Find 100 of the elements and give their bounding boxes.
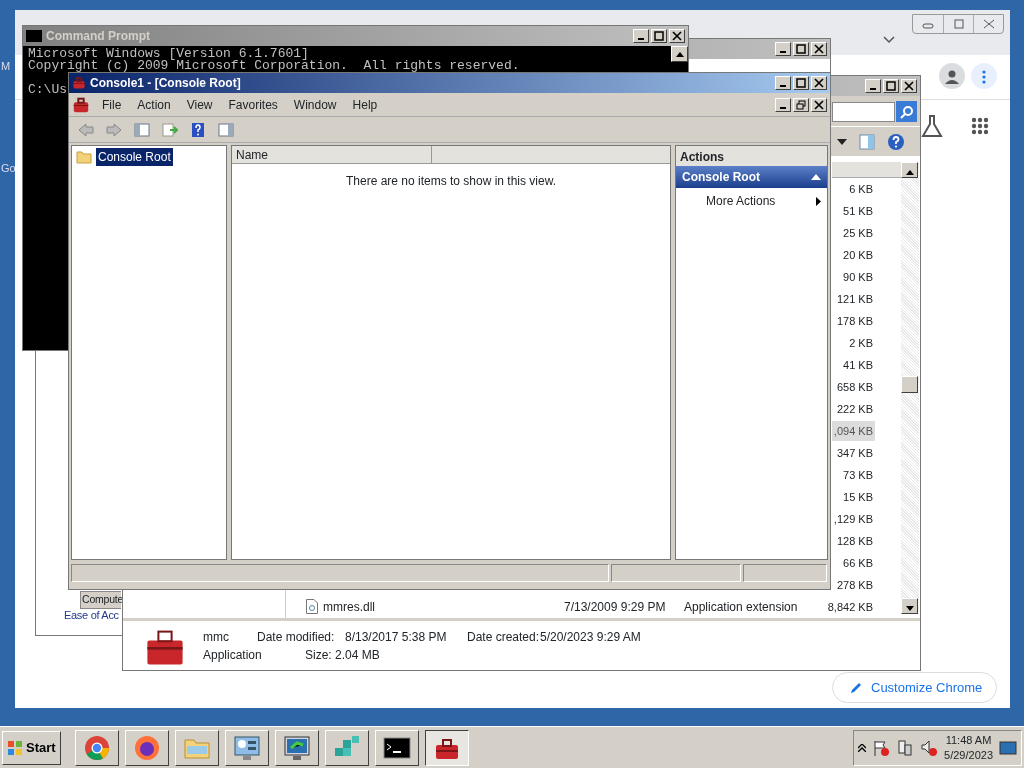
caret-icon	[837, 139, 847, 145]
field-label: Date modified:	[257, 629, 335, 646]
close-icon	[981, 19, 996, 29]
size-cell-text: 15 KB	[842, 489, 874, 505]
restore-icon	[796, 99, 806, 110]
ease-of-access-link[interactable]: Ease of Acc	[64, 607, 119, 624]
empty-message: There are no items to show in this view.	[344, 173, 558, 190]
minimize-button[interactable]	[775, 97, 791, 112]
size-cell-text: 278 KB	[835, 577, 874, 593]
taskbar-button[interactable]	[424, 729, 469, 766]
field-value: 2.04 MB	[335, 647, 380, 664]
size-cell-text: 347 KB	[835, 445, 874, 461]
menu-item[interactable]: Action	[129, 95, 179, 114]
start-button[interactable]: Start	[2, 730, 61, 765]
maximize-icon	[796, 78, 806, 88]
minimize-icon	[870, 88, 876, 90]
size-cell-text: 178 KB	[835, 313, 874, 329]
desktop-icon-label[interactable]: Go	[1, 160, 16, 177]
chevron-down-icon	[882, 35, 896, 45]
console-text: C:\Us	[28, 84, 67, 96]
close-icon	[814, 44, 824, 54]
scroll-up-button[interactable]	[901, 162, 918, 178]
tree-item[interactable]: Compute	[80, 591, 121, 609]
person-icon	[944, 68, 960, 85]
menu-item[interactable]: Window	[285, 95, 345, 114]
file-type: Application	[203, 647, 262, 664]
menu-item[interactable]: Help	[344, 95, 386, 114]
preview-pane-icon	[859, 134, 875, 150]
show-desktop-icon	[999, 740, 1017, 755]
size-cell-text: 222 KB	[835, 401, 874, 417]
scroll-down-button[interactable]	[901, 598, 918, 614]
profile-button[interactable]	[939, 63, 965, 89]
console-text: Copyright (c) 2009 Microsoft Corporation. All rights reserved.	[28, 60, 520, 72]
search-field[interactable]	[832, 102, 895, 122]
type-cell-text: Application extension	[684, 599, 798, 616]
size-cell-text: 658 KB	[835, 379, 874, 395]
console-text: Microsoft Windows [Version 6.1.7601]	[28, 48, 309, 60]
size-cell-text: 8,842 KB	[826, 599, 874, 615]
menu-item[interactable]: File	[94, 95, 130, 114]
search-button[interactable]	[896, 101, 917, 122]
arrow-down-icon	[905, 606, 914, 612]
export-icon	[162, 121, 178, 138]
toolbox-icon	[72, 76, 86, 90]
control-panel-icon	[232, 733, 261, 762]
minimize-button[interactable]	[633, 29, 649, 43]
size-cell: ,094 KB	[831, 420, 875, 442]
size-cell-text: 121 KB	[835, 291, 874, 307]
size-cell-text: 73 KB	[842, 467, 874, 483]
menu-item[interactable]: View	[178, 95, 221, 114]
scroll-up-button[interactable]	[671, 46, 688, 62]
globe-icon	[132, 733, 161, 762]
file-icon	[306, 599, 318, 614]
speaker-icon	[920, 738, 939, 757]
size-cell-text: ,129 KB	[832, 511, 874, 527]
tree-item[interactable]: Console Root	[76, 148, 222, 166]
four-squares-icon	[7, 739, 23, 756]
scrollbar[interactable]	[901, 162, 919, 614]
size-cell-text: 6 KB	[848, 181, 874, 197]
file-name: mmc	[203, 629, 229, 646]
close-icon	[814, 78, 824, 88]
field-value: 5/20/2023 9:29 AM	[540, 629, 641, 646]
browser-icon	[82, 733, 111, 762]
minimize-icon	[780, 85, 786, 87]
field-value: 8/13/2017 5:38 PM	[345, 629, 447, 646]
minimize-icon	[780, 51, 786, 53]
minimize-button[interactable]	[775, 76, 791, 90]
field-label: Date created:	[467, 629, 540, 646]
flag-icon	[872, 738, 891, 757]
maximize-icon	[654, 31, 664, 41]
desktop-icon-label[interactable]: M	[1, 58, 11, 75]
section-header[interactable]: Console Root	[676, 166, 827, 188]
arrow-up-icon	[905, 170, 914, 176]
pane-title: Actions	[676, 146, 827, 166]
chevron-up-icon	[858, 743, 867, 752]
customize-button[interactable]: Customize Chrome	[832, 672, 997, 703]
field-label: Size:	[305, 647, 332, 664]
help-icon	[190, 121, 206, 138]
size-cell-text: 20 KB	[842, 247, 874, 263]
menu-item[interactable]: Favorites	[220, 95, 286, 114]
submenu-arrow-icon	[816, 196, 821, 206]
flask-icon	[921, 114, 943, 138]
minimize-button[interactable]	[865, 79, 881, 93]
size-cell-text: 128 KB	[835, 533, 874, 549]
network-icon	[896, 738, 915, 757]
action-pane-icon	[218, 121, 234, 138]
scroll-thumb[interactable]	[901, 376, 918, 393]
minimize-button[interactable]	[775, 42, 791, 56]
minimize-icon	[780, 106, 786, 109]
size-cell-text: 25 KB	[842, 225, 874, 241]
apps-grid-icon	[971, 117, 989, 135]
maximize-icon	[951, 19, 966, 29]
file-name: mmres.dll	[323, 599, 375, 616]
size-cell-text: 66 KB	[842, 555, 874, 571]
close-icon	[904, 81, 914, 91]
toolbox-icon	[72, 95, 90, 114]
action-item[interactable]: More Actions	[676, 188, 827, 210]
tree-label: Console Root	[96, 148, 173, 166]
monitor-icon	[282, 733, 311, 762]
size-cell-text: 41 KB	[842, 357, 874, 373]
close-icon	[672, 31, 682, 41]
